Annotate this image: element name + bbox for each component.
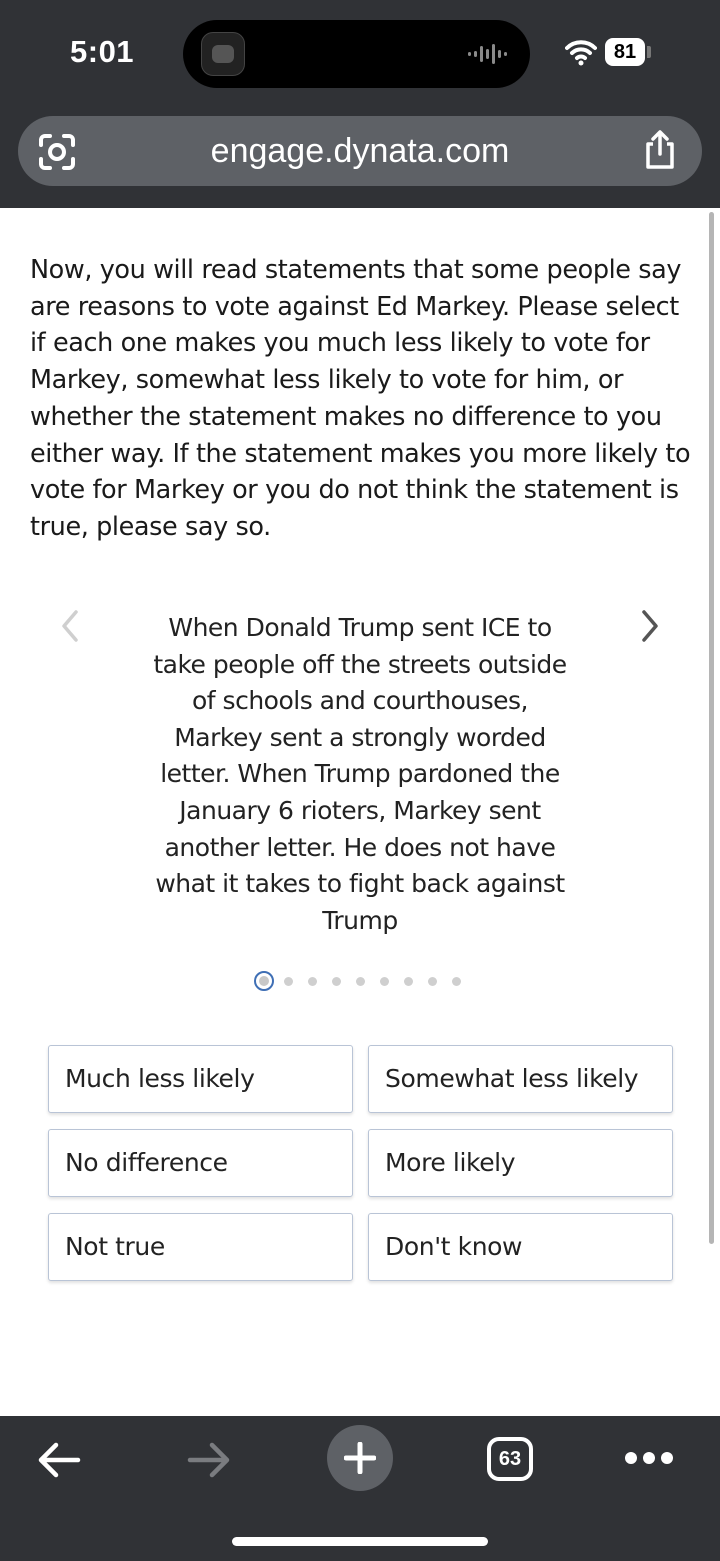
island-app-icon <box>201 32 245 76</box>
dynamic-island <box>183 20 530 88</box>
statement-text: When Donald Trump sent ICE to take peopl… <box>153 613 567 935</box>
share-icon[interactable] <box>642 130 678 170</box>
bottom-toolbar: 63 <box>0 1416 720 1561</box>
audio-wave-icon <box>468 44 507 64</box>
option-dont-know[interactable]: Don't know <box>368 1213 673 1281</box>
pagination-dot[interactable] <box>428 976 437 986</box>
new-tab-button[interactable] <box>327 1425 393 1491</box>
pagination-dot[interactable] <box>332 976 341 986</box>
battery-indicator: 81 <box>605 38 645 66</box>
scrollbar[interactable] <box>709 212 714 1244</box>
url-bar[interactable]: engage.dynata.com <box>18 116 702 186</box>
back-arrow-icon[interactable] <box>36 1440 82 1480</box>
top-chrome: 5:01 81 engage.dynata.com <box>0 0 720 208</box>
chevron-left-icon[interactable] <box>56 608 84 644</box>
pagination-dot[interactable] <box>356 976 365 986</box>
survey-intro: Now, you will read statements that some … <box>30 255 691 542</box>
tab-count-button[interactable]: 63 <box>487 1437 533 1481</box>
home-indicator[interactable] <box>232 1537 488 1546</box>
plus-icon <box>344 1442 376 1474</box>
pagination-dot[interactable] <box>284 976 293 986</box>
option-not-true[interactable]: Not true <box>48 1213 353 1281</box>
status-time: 5:01 <box>70 34 135 69</box>
pagination-dot[interactable] <box>308 976 317 986</box>
forward-arrow-icon[interactable] <box>186 1440 232 1480</box>
battery-tip <box>647 46 651 58</box>
option-much-less-likely[interactable]: Much less likely <box>48 1045 353 1113</box>
pagination-dot[interactable] <box>404 976 413 986</box>
wifi-icon <box>565 40 597 66</box>
url-text[interactable]: engage.dynata.com <box>18 116 702 186</box>
pagination-dot[interactable] <box>380 976 389 986</box>
option-more-likely[interactable]: More likely <box>368 1129 673 1197</box>
carousel-pagination <box>254 970 476 992</box>
option-somewhat-less-likely[interactable]: Somewhat less likely <box>368 1045 673 1113</box>
chevron-right-icon[interactable] <box>636 608 664 644</box>
pagination-dot-active[interactable] <box>254 971 274 991</box>
more-icon[interactable] <box>624 1450 674 1466</box>
option-no-difference[interactable]: No difference <box>48 1129 353 1197</box>
pagination-dot[interactable] <box>452 976 461 986</box>
